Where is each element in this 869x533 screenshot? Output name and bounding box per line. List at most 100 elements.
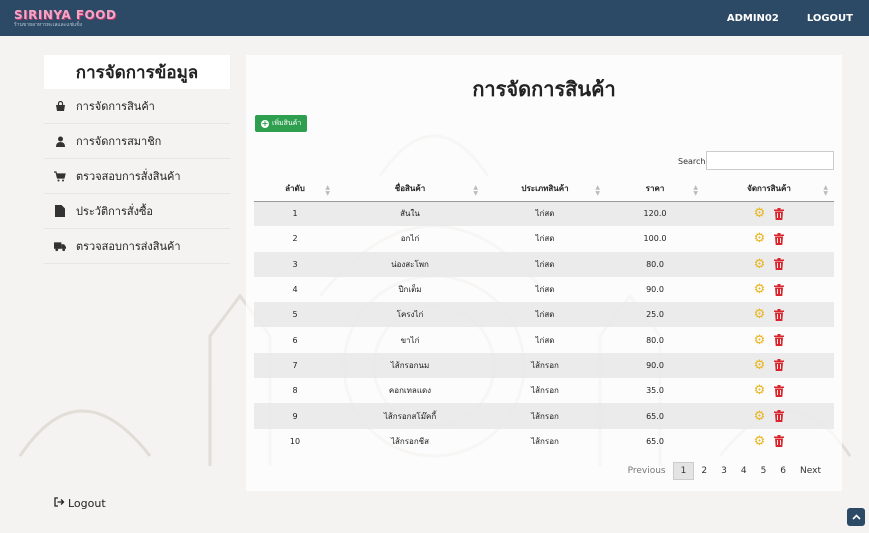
sidebar-logout-link[interactable]: Logout bbox=[54, 497, 106, 510]
table-row: 9 ไส้กรอกสโม๊คกี้ ไส้กรอก 65.0 ⚙ bbox=[254, 403, 834, 429]
sidebar-item-label: ตรวจสอบการส่งสินค้า bbox=[76, 240, 181, 253]
edit-gear-icon[interactable]: ⚙ bbox=[754, 384, 766, 397]
table-row: 4 ปีกเต็ม ไก่สด 90.0 ⚙ bbox=[254, 277, 834, 302]
delete-trash-icon[interactable] bbox=[774, 384, 785, 397]
chevron-up-icon bbox=[851, 514, 861, 520]
sidebar-title: การจัดการข้อมูล bbox=[44, 55, 230, 89]
pagination-previous[interactable]: Previous bbox=[621, 463, 673, 479]
column-header-no[interactable]: ลำดับ ▲ ▼ bbox=[254, 177, 336, 202]
cell-price: 65.0 bbox=[646, 436, 664, 446]
nav-user-link[interactable]: ADMIN02 bbox=[727, 13, 779, 24]
cell-price: 35.0 bbox=[646, 386, 664, 396]
cell-actions: ⚙ bbox=[704, 277, 834, 302]
sort-icon: ▲ ▼ bbox=[595, 184, 600, 197]
pagination-page[interactable]: 3 bbox=[714, 463, 734, 479]
sidebar-item-label: ประวัติการสั่งซื้อ bbox=[76, 205, 154, 218]
top-navbar: SIRINYA FOOD ร้านขายอาหารทะเลและแช่แข็ง … bbox=[0, 0, 869, 36]
cell-price: 65.0 bbox=[646, 411, 664, 421]
cell-name: ไส้กรอกสโม๊คกี้ bbox=[383, 411, 437, 421]
cell-price: 80.0 bbox=[646, 259, 664, 269]
brand-logo[interactable]: SIRINYA FOOD ร้านขายอาหารทะเลและแช่แข็ง bbox=[14, 9, 116, 28]
edit-gear-icon[interactable]: ⚙ bbox=[754, 207, 766, 220]
pagination-next[interactable]: Next bbox=[793, 463, 828, 479]
cell-price: 25.0 bbox=[646, 310, 664, 320]
pagination-page[interactable]: 1 bbox=[672, 462, 695, 480]
sidebar-item-label: การจัดการสมาชิก bbox=[76, 135, 162, 148]
cell-type: ไก่สด bbox=[535, 209, 555, 219]
sort-icon: ▲ ▼ bbox=[823, 184, 828, 197]
cell-actions: ⚙ bbox=[704, 226, 834, 251]
sidebar-item-products[interactable]: การจัดการสินค้า bbox=[44, 89, 230, 124]
delete-trash-icon[interactable] bbox=[774, 334, 785, 347]
table-row: 6 ขาไก่ ไก่สด 80.0 ⚙ bbox=[254, 327, 834, 352]
pagination-page[interactable]: 6 bbox=[773, 463, 793, 479]
delete-trash-icon[interactable] bbox=[774, 207, 785, 220]
search-label: Search: bbox=[678, 157, 709, 166]
brand-subtitle: ร้านขายอาหารทะเลและแช่แข็ง bbox=[14, 21, 83, 28]
cell-price: 90.0 bbox=[646, 360, 664, 370]
cell-name: คอกเทลแดง bbox=[388, 386, 432, 396]
delete-trash-icon[interactable] bbox=[774, 308, 785, 321]
pagination-page[interactable]: 2 bbox=[694, 463, 714, 479]
cell-no: 7 bbox=[292, 360, 298, 370]
edit-gear-icon[interactable]: ⚙ bbox=[754, 232, 766, 245]
products-table: ลำดับ ▲ ▼ ชื่อสินค้า ▲ ▼ ประเภทสินค้า ▲ ▼ ราคา… bbox=[254, 177, 834, 454]
cell-price: 80.0 bbox=[646, 335, 664, 345]
sidebar-item-orders[interactable]: ตรวจสอบการสั่งสินค้า bbox=[44, 159, 230, 194]
edit-gear-icon[interactable]: ⚙ bbox=[754, 308, 766, 321]
page-title: การจัดการสินค้า bbox=[472, 77, 616, 101]
column-header-name[interactable]: ชื่อสินค้า ▲ ▼ bbox=[336, 177, 484, 202]
cell-no: 6 bbox=[292, 335, 298, 345]
sidebar-item-members[interactable]: การจัดการสมาชิก bbox=[44, 124, 230, 159]
add-product-label: เพิ่มสินค้า bbox=[272, 119, 302, 127]
nav-logout-link[interactable]: LOGOUT bbox=[807, 13, 853, 24]
cell-type: ไก่สด bbox=[535, 259, 555, 269]
sidebar: การจัดการข้อมูล การจัดการสินค้า การจัดกา… bbox=[44, 55, 230, 265]
column-header-price[interactable]: ราคา ▲ ▼ bbox=[606, 177, 704, 202]
cell-no: 3 bbox=[292, 259, 298, 269]
delete-trash-icon[interactable] bbox=[774, 258, 785, 271]
scroll-top-button[interactable] bbox=[847, 508, 865, 526]
cell-name: ปีกเต็ม bbox=[398, 285, 422, 295]
cell-price: 90.0 bbox=[646, 285, 664, 295]
delete-trash-icon[interactable] bbox=[774, 232, 785, 245]
table-row: 5 โครงไก่ ไก่สด 25.0 ⚙ bbox=[254, 302, 834, 328]
edit-gear-icon[interactable]: ⚙ bbox=[754, 283, 766, 296]
delete-trash-icon[interactable] bbox=[774, 435, 785, 448]
delete-trash-icon[interactable] bbox=[774, 283, 785, 296]
column-header-actions[interactable]: จัดการสินค้า ▲ ▼ bbox=[704, 177, 834, 202]
delete-trash-icon[interactable] bbox=[774, 410, 785, 423]
table-header-row: ลำดับ ▲ ▼ ชื่อสินค้า ▲ ▼ ประเภทสินค้า ▲ ▼ ราคา… bbox=[254, 177, 834, 202]
column-header-type[interactable]: ประเภทสินค้า ▲ ▼ bbox=[484, 177, 606, 202]
cell-name: ไส้กรอกนม bbox=[390, 360, 430, 370]
table-row: 7 ไส้กรอกนม ไส้กรอก 90.0 ⚙ bbox=[254, 352, 834, 379]
sidebar-item-shipping[interactable]: ตรวจสอบการส่งสินค้า bbox=[44, 229, 230, 264]
file-icon bbox=[54, 205, 66, 217]
cell-no: 2 bbox=[292, 234, 298, 244]
search-input[interactable] bbox=[706, 151, 834, 170]
truck-icon bbox=[54, 240, 66, 252]
pagination-page[interactable]: 5 bbox=[754, 463, 774, 479]
pagination: Previous 1 2 3 4 5 6 Next bbox=[621, 462, 828, 480]
cell-type: ไก่สด bbox=[535, 335, 555, 345]
cell-name: ขาไก่ bbox=[400, 335, 420, 345]
delete-trash-icon[interactable] bbox=[774, 359, 785, 372]
cell-name: น่องสะโพก bbox=[391, 259, 429, 269]
pagination-page[interactable]: 4 bbox=[734, 463, 754, 479]
cell-actions: ⚙ bbox=[704, 378, 834, 403]
sidebar-item-history[interactable]: ประวัติการสั่งซื้อ bbox=[44, 194, 230, 229]
edit-gear-icon[interactable]: ⚙ bbox=[754, 258, 766, 271]
edit-gear-icon[interactable]: ⚙ bbox=[754, 334, 766, 347]
cell-type: ไส้กรอก bbox=[531, 360, 559, 370]
sidebar-item-label: การจัดการสินค้า bbox=[76, 100, 155, 113]
table-row: 1 สันใน ไก่สด 120.0 ⚙ bbox=[254, 201, 834, 227]
add-product-button[interactable]: + เพิ่มสินค้า bbox=[255, 115, 308, 132]
cell-type: ไส้กรอก bbox=[531, 436, 559, 446]
brand-title: SIRINYA FOOD bbox=[14, 7, 117, 22]
edit-gear-icon[interactable]: ⚙ bbox=[754, 410, 766, 423]
table-row: 10 ไส้กรอกชีส ไส้กรอก 65.0 ⚙ bbox=[254, 429, 834, 454]
user-icon bbox=[54, 135, 66, 147]
edit-gear-icon[interactable]: ⚙ bbox=[754, 435, 766, 448]
edit-gear-icon[interactable]: ⚙ bbox=[754, 359, 766, 372]
sort-icon: ▲ ▼ bbox=[325, 184, 330, 197]
